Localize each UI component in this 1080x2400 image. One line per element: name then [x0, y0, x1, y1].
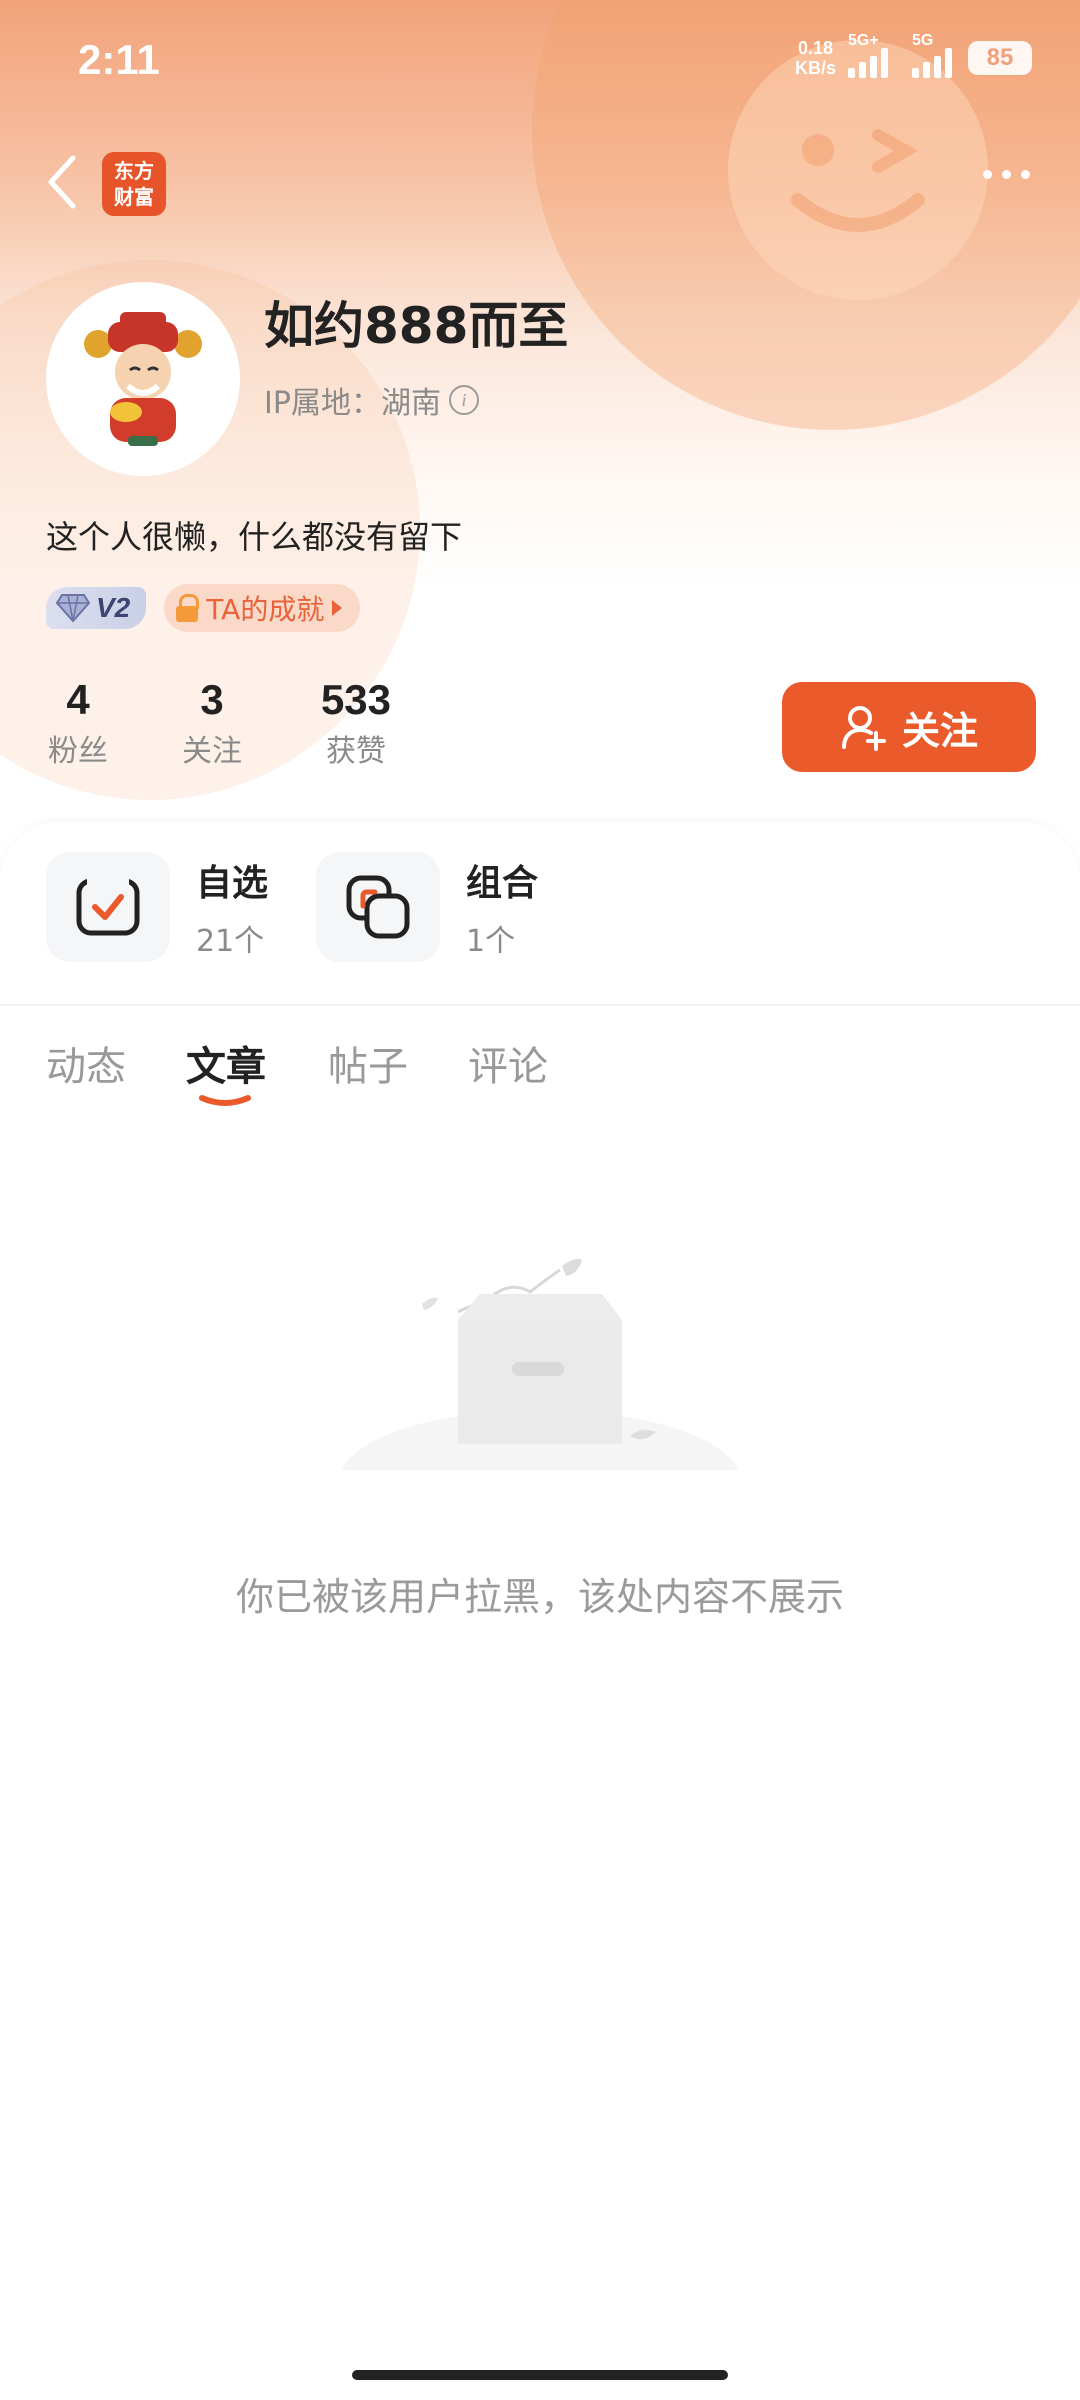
badges-row: V2 TA的成就 — [46, 584, 361, 632]
achievement-button[interactable]: TA的成就 — [164, 584, 361, 632]
tab-comments[interactable]: 评论 — [468, 1034, 548, 1092]
follow-button[interactable]: 关注 — [782, 682, 1036, 772]
signal-icon: 5G — [912, 32, 956, 78]
dot-icon — [1021, 170, 1030, 179]
diamond-icon — [56, 594, 90, 623]
tab-activity[interactable]: 动态 — [46, 1034, 126, 1092]
info-icon[interactable]: i — [448, 385, 479, 415]
avatar[interactable] — [46, 282, 240, 476]
stat-likes[interactable]: 533 获赞 — [308, 676, 404, 770]
dot-icon — [1002, 170, 1011, 179]
username: 如约888而至 — [264, 297, 569, 355]
network-speed: 0.18 KB/s — [794, 38, 836, 78]
portfolio-link[interactable]: 组合 1个 — [316, 852, 538, 962]
status-icons: 0.18 KB/s 5G+ 5G 85 — [794, 32, 1032, 78]
chevron-left-icon — [48, 155, 76, 209]
home-indicator[interactable] — [352, 2370, 728, 2380]
avatar-image — [84, 312, 202, 446]
more-button[interactable] — [983, 170, 1030, 179]
checkbox-icon — [46, 852, 170, 962]
tab-articles[interactable]: 文章 — [186, 1034, 266, 1092]
status-time: 2:11 — [78, 36, 160, 83]
watchlist-link[interactable]: 自选 21个 — [46, 852, 268, 962]
dot-icon — [983, 170, 992, 179]
tab-posts[interactable]: 帖子 — [328, 1034, 408, 1092]
profile-screen: 2:11 0.18 KB/s 5G+ 5G 85 东方 财富 如约888而至 I… — [0, 0, 1080, 2400]
signal-icon: 5G+ — [848, 32, 900, 78]
app-logo[interactable]: 东方 财富 — [102, 152, 166, 216]
stack-icon — [316, 852, 440, 962]
stat-following[interactable]: 3 关注 — [180, 676, 244, 770]
back-button[interactable] — [40, 150, 84, 214]
bio: 这个人很懒，什么都没有留下 — [46, 518, 463, 556]
empty-state-message: 你已被该用户拉黑，该处内容不展示 — [235, 1575, 844, 1619]
level-badge[interactable]: V2 — [46, 587, 147, 629]
stat-fans[interactable]: 4 粉丝 — [46, 676, 110, 770]
battery-icon: 85 — [968, 41, 1032, 75]
divider — [0, 1004, 1080, 1006]
decorative-smile — [728, 40, 988, 300]
empty-box-illustration — [330, 1258, 750, 1500]
add-user-icon — [841, 706, 886, 751]
ip-location: IP属地：湖南 i — [264, 378, 479, 422]
play-icon — [332, 600, 343, 616]
lock-icon — [176, 594, 200, 622]
tab-indicator — [199, 1095, 251, 1106]
